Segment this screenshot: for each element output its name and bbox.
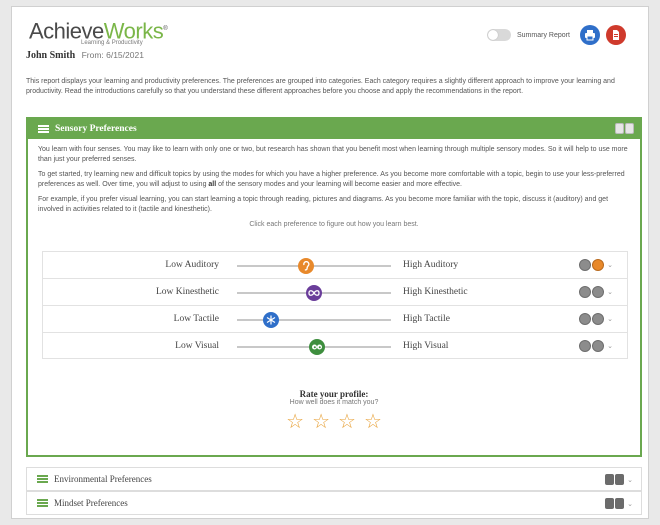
toggle-dot-a[interactable] (579, 259, 592, 271)
sensory-panel-title: Sensory Preferences (55, 124, 137, 134)
sensory-paragraph-1: You learn with four senses. You may like… (38, 146, 628, 163)
high-label: High Auditory (403, 260, 459, 270)
summary-controls: Summary Report (487, 25, 626, 45)
summary-report-toggle[interactable] (487, 29, 511, 41)
list-icon (37, 475, 48, 483)
user-name: John Smith (26, 50, 76, 61)
toggle-dot-a[interactable] (579, 286, 592, 298)
star-rating: ☆ ☆ ☆ ☆ (28, 412, 640, 432)
toggle-dot-b[interactable] (592, 340, 605, 352)
list-icon (38, 125, 49, 133)
infinity-icon[interactable] (306, 285, 322, 301)
preference-sliders: Low Auditory High Auditory ⌄ Low Kinesth… (42, 251, 628, 359)
p2-post: of the sensory modes and your learning w… (216, 180, 462, 188)
toggle-dot-a[interactable] (579, 340, 592, 352)
star-icon[interactable]: ☆ (312, 412, 330, 432)
chevron-down-icon[interactable]: ⌄ (627, 500, 633, 508)
panel-toggle-a[interactable] (605, 498, 615, 509)
star-icon[interactable]: ☆ (338, 412, 356, 432)
panel-toggle-a[interactable] (605, 474, 615, 485)
mindset-preferences-panel[interactable]: Mindset Preferences ⌄ (26, 491, 642, 515)
logo-mark: ® (163, 26, 168, 32)
row-controls: ⌄ (579, 340, 613, 352)
low-label: Low Tactile (173, 314, 219, 324)
panel-toggle-b[interactable] (625, 123, 634, 134)
list-icon (37, 499, 48, 507)
click-hint: Click each preference to figure out how … (249, 221, 419, 228)
chevron-down-icon[interactable]: ⌄ (607, 315, 613, 323)
preference-row-auditory[interactable]: Low Auditory High Auditory ⌄ (42, 251, 628, 278)
row-controls: ⌄ (579, 286, 613, 298)
toggle-dot-b[interactable] (592, 313, 605, 325)
pdf-button[interactable] (605, 25, 626, 45)
sensory-paragraph-3: For example, if you prefer visual learni… (38, 196, 609, 213)
intro-text: This report displays your learning and p… (26, 78, 615, 95)
user-line: John Smith From: 6/15/2021 (26, 50, 144, 61)
sensory-panel-header[interactable]: Sensory Preferences (28, 119, 640, 139)
high-label: High Tactile (403, 314, 450, 324)
chevron-down-icon[interactable]: ⌄ (607, 261, 613, 269)
rate-profile: Rate your profile: How well does it matc… (28, 389, 640, 432)
sensory-preferences-panel: Sensory Preferences You learn with four … (26, 117, 642, 457)
sensory-paragraph-2: To get started, try learning new and dif… (38, 170, 630, 189)
environmental-preferences-panel[interactable]: Environmental Preferences ⌄ (26, 467, 642, 491)
printer-icon (584, 30, 595, 41)
low-label: Low Kinesthetic (155, 287, 219, 297)
panel-title: Environmental Preferences (54, 474, 152, 484)
preference-row-tactile[interactable]: Low Tactile High Tactile ⌄ (42, 305, 628, 332)
snowflake-icon[interactable] (262, 312, 279, 328)
preference-row-kinesthetic[interactable]: Low Kinesthetic High Kinesthetic ⌄ (42, 278, 628, 305)
panel-toggle-b[interactable] (615, 498, 625, 509)
panel-header-controls (615, 123, 634, 134)
toggle-dot-b[interactable] (592, 286, 605, 298)
panel-toggle-a[interactable] (615, 123, 624, 134)
row-controls: ⌄ (579, 259, 613, 271)
preference-row-visual[interactable]: Low Visual High Visual ⌄ (42, 332, 628, 359)
ear-icon[interactable] (298, 258, 315, 274)
low-label: Low Visual (175, 341, 219, 351)
chevron-down-icon[interactable]: ⌄ (607, 342, 613, 350)
report-date: From: 6/15/2021 (81, 50, 144, 60)
panel-toggle-b[interactable] (615, 474, 625, 485)
panel-controls: ⌄ (605, 498, 633, 509)
achieveworks-logo: AchieveWorks® Learning & Productivity (29, 17, 168, 46)
high-label: High Visual (403, 341, 449, 351)
row-controls: ⌄ (579, 313, 613, 325)
eyes-icon[interactable] (309, 339, 326, 355)
low-label: Low Auditory (165, 260, 219, 270)
star-icon[interactable]: ☆ (286, 412, 304, 432)
slider-track[interactable] (237, 319, 391, 321)
summary-report-label: Summary Report (517, 31, 570, 39)
panel-title: Mindset Preferences (54, 498, 128, 508)
toggle-dot-b[interactable] (592, 259, 605, 271)
panel-controls: ⌄ (605, 474, 633, 485)
logo-tagline: Learning & Productivity (81, 40, 143, 46)
report-frame: AchieveWorks® Learning & Productivity Jo… (11, 6, 649, 519)
chevron-down-icon[interactable]: ⌄ (607, 288, 613, 296)
print-button[interactable] (579, 25, 600, 45)
rate-subtitle: How well does it match you? (289, 399, 379, 406)
pdf-icon (612, 30, 619, 40)
toggle-dot-a[interactable] (579, 313, 592, 325)
star-icon[interactable]: ☆ (364, 412, 382, 432)
sensory-body: You learn with four senses. You may like… (28, 139, 640, 236)
rate-title: Rate your profile: (299, 389, 369, 399)
high-label: High Kinesthetic (403, 287, 468, 297)
chevron-down-icon[interactable]: ⌄ (627, 476, 633, 484)
